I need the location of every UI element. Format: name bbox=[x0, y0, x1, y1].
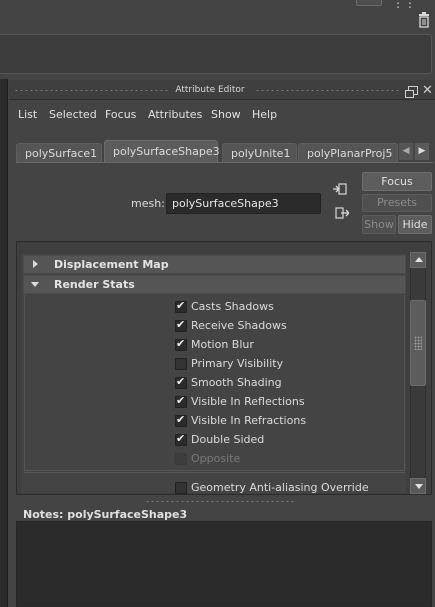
casts-shadows-checkbox[interactable]: ✔ bbox=[175, 299, 187, 313]
more-dots-icon[interactable]: ⋮⋮ bbox=[392, 0, 416, 10]
upper-panel-field bbox=[0, 34, 432, 74]
arrow-up-icon bbox=[415, 257, 423, 262]
scroll-up-button[interactable] bbox=[410, 252, 426, 268]
drag-grip[interactable] bbox=[14, 89, 169, 92]
tab-polysurface1[interactable]: polySurface1 bbox=[16, 143, 102, 162]
section-separator bbox=[24, 472, 405, 473]
grip-icon bbox=[414, 336, 422, 350]
receive-shadows-checkbox[interactable]: ✔ bbox=[175, 318, 187, 332]
menu-help[interactable]: Help bbox=[252, 108, 277, 121]
opposite-checkbox[interactable] bbox=[175, 453, 187, 465]
scroll-down-button[interactable] bbox=[410, 478, 426, 494]
menu-focus[interactable]: Focus bbox=[105, 108, 136, 121]
mesh-name-field[interactable]: polySurfaceShape3 bbox=[166, 193, 321, 214]
checkbox-label: Motion Blur bbox=[191, 338, 254, 351]
upper-panel-button[interactable] bbox=[356, 0, 382, 6]
expanded-arrow-icon[interactable] bbox=[31, 282, 39, 287]
checkmark-icon: ✔ bbox=[176, 413, 186, 426]
float-window-icon[interactable] bbox=[405, 86, 418, 98]
section-label: Displacement Map bbox=[54, 258, 169, 271]
checkmark-icon: ✔ bbox=[176, 375, 186, 388]
checkbox-label: Visible In Refractions bbox=[191, 414, 307, 427]
menu-selected[interactable]: Selected bbox=[49, 108, 97, 121]
checkbox-label: Geometry Anti-aliasing Override bbox=[191, 481, 369, 494]
checkbox-label: Double Sided bbox=[191, 433, 265, 446]
motion-blur-checkbox[interactable]: ✔ bbox=[175, 337, 187, 351]
menu-attributes[interactable]: Attributes bbox=[148, 108, 202, 121]
checkmark-icon: ✔ bbox=[176, 337, 186, 350]
show-button[interactable]: Show bbox=[362, 215, 396, 234]
visible-in-reflections-checkbox[interactable]: ✔ bbox=[175, 394, 187, 408]
panel-title: Attribute Editor bbox=[175, 85, 245, 95]
checkmark-icon: ✔ bbox=[176, 432, 186, 445]
notes-label: Notes: polySurfaceShape3 bbox=[23, 508, 188, 521]
double-sided-checkbox[interactable]: ✔ bbox=[175, 432, 187, 446]
notes-textarea[interactable] bbox=[16, 521, 432, 607]
checkmark-icon: ✔ bbox=[176, 318, 186, 331]
left-viewport-edge bbox=[0, 79, 8, 607]
checkbox-label: Primary Visibility bbox=[191, 357, 284, 370]
close-icon[interactable]: ✕ bbox=[422, 84, 433, 97]
collapsed-arrow-icon[interactable] bbox=[33, 260, 38, 268]
visible-in-refractions-checkbox[interactable]: ✔ bbox=[175, 413, 187, 427]
checkbox-label: Casts Shadows bbox=[191, 300, 274, 313]
tab-polyunite1[interactable]: polyUnite1 bbox=[222, 143, 297, 162]
smooth-shading-checkbox[interactable]: ✔ bbox=[175, 375, 187, 389]
hide-button[interactable]: Hide bbox=[398, 215, 432, 234]
tab-polyplanarproj5[interactable]: polyPlanarProj5 bbox=[298, 143, 398, 162]
tab-polysurfaceshape3[interactable]: polySurfaceShape3 bbox=[104, 140, 220, 162]
tab-scroll-right-icon[interactable]: ▶ bbox=[415, 143, 429, 160]
output-connections-icon[interactable] bbox=[335, 207, 350, 219]
input-connections-icon[interactable] bbox=[333, 183, 347, 195]
checkmark-icon: ✔ bbox=[176, 299, 186, 312]
checkbox-label: Visible In Reflections bbox=[191, 395, 305, 408]
checkmark-icon: ✔ bbox=[176, 394, 186, 407]
mesh-label: mesh: bbox=[131, 197, 165, 210]
checkbox-label: Smooth Shading bbox=[191, 376, 282, 389]
focus-button[interactable]: Focus bbox=[362, 172, 432, 191]
menu-show[interactable]: Show bbox=[211, 108, 241, 121]
trash-icon[interactable] bbox=[418, 12, 430, 28]
menu-list[interactable]: List bbox=[18, 108, 37, 121]
arrow-down-icon bbox=[415, 484, 423, 489]
notes-splitter[interactable] bbox=[145, 500, 295, 503]
geometry-anti-aliasing-override-checkbox[interactable] bbox=[175, 482, 187, 494]
primary-visibility-checkbox[interactable] bbox=[175, 358, 187, 370]
checkbox-label: Receive Shadows bbox=[191, 319, 287, 332]
tab-scroll-left-icon[interactable]: ◀ bbox=[399, 143, 413, 160]
drag-grip[interactable] bbox=[255, 89, 400, 92]
presets-button[interactable]: Presets bbox=[362, 194, 432, 212]
checkbox-label: Opposite bbox=[191, 452, 241, 465]
tab-divider bbox=[16, 162, 433, 163]
section-label: Render Stats bbox=[54, 278, 135, 291]
